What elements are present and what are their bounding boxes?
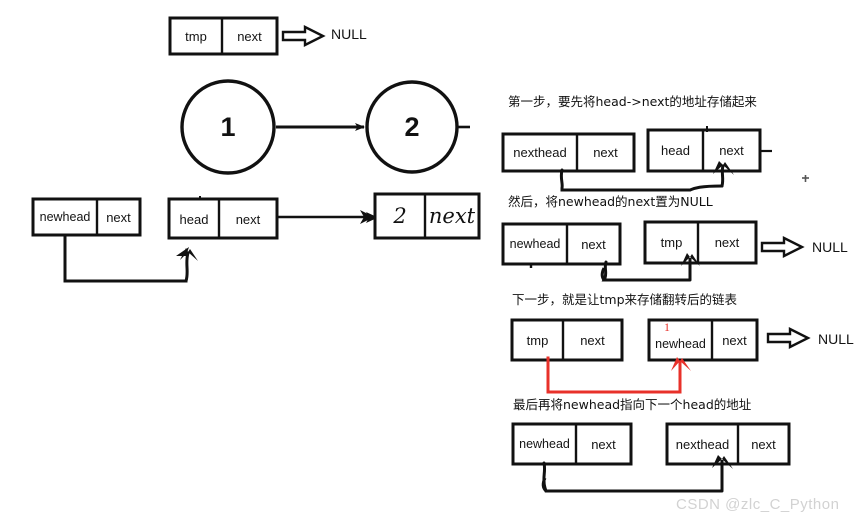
handwritten-box-left-label: 2 bbox=[393, 204, 407, 228]
arrow-head-to-node2box bbox=[277, 210, 378, 224]
step1-box1-left-label: nexthead bbox=[513, 145, 567, 160]
block-arrow-tmp-null bbox=[281, 25, 326, 47]
newhead-box-right-label: next bbox=[106, 209, 131, 225]
step4-caption: 最后再将newhead指向下一个head的地址 bbox=[513, 397, 752, 412]
watermark-text: CSDN @zlc_C_Python bbox=[676, 496, 840, 513]
step3-box1-left-label: tmp bbox=[526, 332, 549, 348]
step1-box2-right-label: next bbox=[719, 143, 744, 158]
step2-box2-left-label: tmp bbox=[660, 235, 683, 250]
step4-box1-right-label: next bbox=[591, 436, 616, 452]
step2-null-label: NULL bbox=[812, 239, 848, 255]
step2-caption: 然后，将newhead的next置为NULL bbox=[508, 194, 713, 209]
tmp-null-label: NULL bbox=[331, 26, 367, 42]
step3-caption: 下一步，就是让tmp来存储翻转后的链表 bbox=[512, 292, 738, 307]
step3-box1-right-label: next bbox=[580, 332, 605, 348]
step4-box1-left-label: newhead bbox=[519, 437, 570, 451]
diagram-canvas: tmp next NULL 1 2 newhead next head next… bbox=[0, 0, 859, 523]
handwritten-box-right-label: next bbox=[428, 204, 476, 228]
step3-connector-red bbox=[546, 356, 691, 394]
connector-newhead-to-head bbox=[63, 234, 198, 283]
step1-box2-left-label: head bbox=[661, 143, 690, 158]
newhead-box-left-label: newhead bbox=[39, 210, 91, 224]
block-arrow-step2-null bbox=[760, 236, 805, 258]
step3-box2-left-label: newhead bbox=[655, 337, 706, 351]
step2-box1-left-label: newhead bbox=[509, 237, 561, 251]
step3-null-label: NULL bbox=[818, 331, 854, 347]
step4-box2-right-label: next bbox=[751, 436, 776, 452]
tmp-box-right-label: next bbox=[237, 28, 262, 44]
block-arrow-step3-null bbox=[766, 327, 811, 349]
step1-box1-right-label: next bbox=[593, 145, 618, 160]
step4-box2-left-label: nexthead bbox=[675, 436, 730, 452]
head-box-left-label: head bbox=[179, 211, 209, 227]
step2-box1-right-label: next bbox=[581, 236, 606, 252]
node-circle-2-value: 2 bbox=[404, 111, 420, 142]
tmp-box-left-label: tmp bbox=[185, 28, 207, 44]
head-box-right-label: next bbox=[235, 211, 261, 227]
step3-box2-right-label: next bbox=[722, 332, 747, 348]
step2-box2-right-label: next bbox=[714, 235, 740, 250]
step1-caption: 第一步，要先将head->next的地址存储起来 bbox=[508, 94, 757, 109]
stray-cross-mark bbox=[802, 175, 809, 182]
node-circle-1-value: 1 bbox=[220, 111, 236, 142]
